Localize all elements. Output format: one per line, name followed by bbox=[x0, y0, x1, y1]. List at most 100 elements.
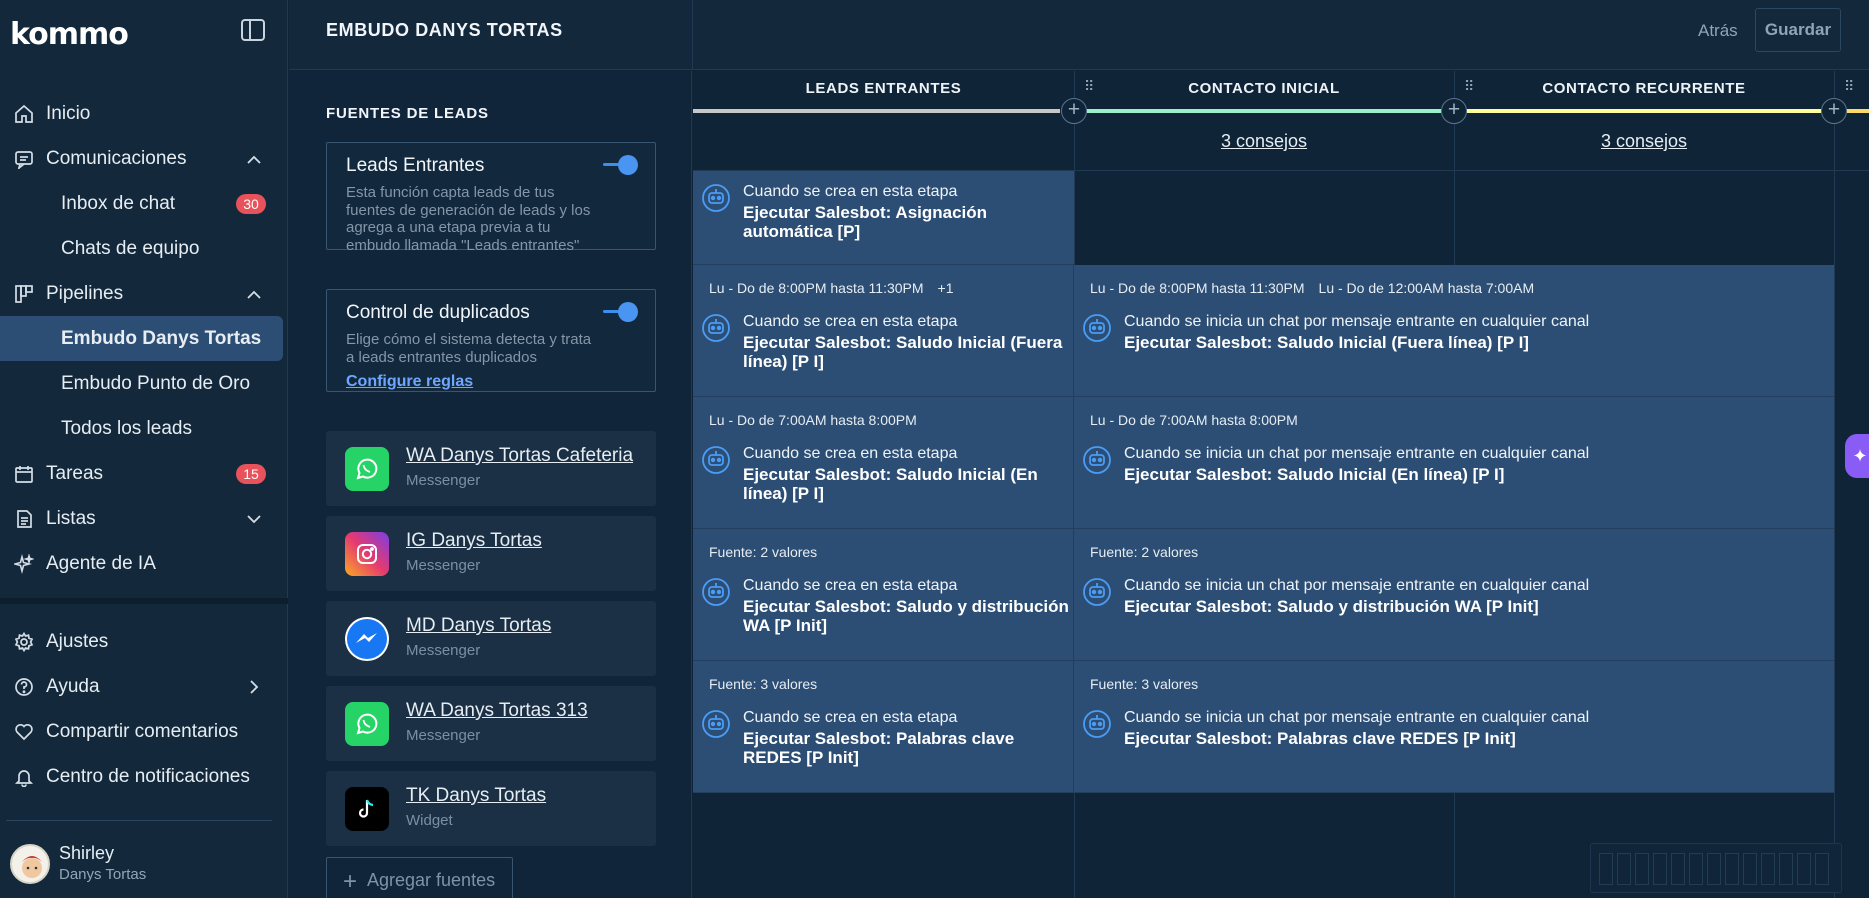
stage-color-bar bbox=[693, 109, 1060, 113]
drag-handle-icon[interactable]: ⠿ bbox=[1844, 79, 1854, 98]
nav-embudo-punto-de-oro[interactable]: Embudo Punto de Oro bbox=[0, 361, 288, 406]
stage-tips-link[interactable]: 3 consejos bbox=[1074, 131, 1454, 152]
trigger-card[interactable]: Cuando se crea en esta etapa Ejecutar Sa… bbox=[693, 171, 1074, 265]
nav-inicio[interactable]: Inicio bbox=[0, 91, 288, 136]
trigger-card[interactable]: Fuente: 3 valores Cuando se inicia un ch… bbox=[1074, 661, 1834, 793]
incoming-leads-toggle[interactable] bbox=[603, 155, 638, 175]
plus-icon: + bbox=[343, 868, 358, 895]
trigger-event: Cuando se inicia un chat por mensaje ent… bbox=[1124, 445, 1590, 462]
salesbot-icon bbox=[1083, 710, 1111, 738]
inbox-count-badge: 30 bbox=[236, 194, 266, 214]
trigger-event: Cuando se inicia un chat por mensaje ent… bbox=[1124, 313, 1590, 330]
stage-color-bar bbox=[1847, 109, 1869, 113]
lead-sources-panel: FUENTES DE LEADS Leads Entrantes Esta fu… bbox=[289, 71, 692, 898]
nav-todos-los-leads[interactable]: Todos los leads bbox=[0, 406, 288, 451]
user-profile[interactable]: Shirley Danys Tortas bbox=[10, 841, 280, 887]
divider bbox=[6, 820, 272, 821]
stage-name[interactable]: CONTACTO RECURRENTE bbox=[1454, 80, 1834, 97]
drag-handle-icon[interactable]: ⠿ bbox=[1084, 79, 1094, 98]
nav-ayuda[interactable]: Ayuda bbox=[0, 664, 288, 709]
salesbot-icon bbox=[702, 184, 730, 212]
trigger-card[interactable]: Lu - Do de 7:00AM hasta 8:00PM Cuando se… bbox=[693, 397, 1074, 529]
stage-contacto-inicial: CONTACTO INICIAL 3 consejos bbox=[1074, 71, 1454, 171]
trigger-card[interactable]: Lu - Do de 7:00AM hasta 8:00PM Cuando se… bbox=[1074, 397, 1834, 529]
stage-tips-link[interactable]: 3 consejos bbox=[1454, 131, 1834, 152]
save-button[interactable]: Guardar bbox=[1755, 8, 1841, 52]
trigger-action: Ejecutar Salesbot: Saludo Inicial (En lí… bbox=[1124, 465, 1505, 484]
stage-name[interactable]: CONTACTO INICIAL bbox=[1074, 80, 1454, 97]
nav-listas[interactable]: Listas bbox=[0, 496, 288, 541]
whatsapp-icon bbox=[345, 702, 389, 746]
source-item[interactable]: MD Danys Tortas Messenger bbox=[326, 601, 656, 676]
whatsapp-icon bbox=[345, 447, 389, 491]
nav-label: Chats de equipo bbox=[61, 237, 200, 259]
incoming-leads-title: Leads Entrantes bbox=[346, 155, 485, 176]
duplicate-control-title: Control de duplicados bbox=[346, 302, 530, 323]
trigger-event: Cuando se inicia un chat por mensaje ent… bbox=[1124, 709, 1590, 726]
trigger-card[interactable]: Fuente: 2 valores Cuando se crea en esta… bbox=[693, 529, 1074, 661]
instagram-icon bbox=[345, 532, 389, 576]
duplicate-control-toggle[interactable] bbox=[603, 302, 638, 322]
incoming-leads-card: Leads Entrantes Esta función capta leads… bbox=[326, 142, 656, 254]
drag-handle-icon[interactable]: ⠿ bbox=[1464, 79, 1474, 98]
stage-color-bar bbox=[1467, 109, 1821, 113]
nav-label: Agente de IA bbox=[46, 552, 156, 574]
sources-title: FUENTES DE LEADS bbox=[326, 105, 489, 122]
trigger-card[interactable]: Fuente: 2 valores Cuando se inicia un ch… bbox=[1074, 529, 1834, 661]
messenger-icon bbox=[345, 617, 389, 661]
ai-assistant-button[interactable]: ✦ bbox=[1845, 434, 1869, 478]
add-stage-button[interactable]: + bbox=[1061, 98, 1087, 124]
chat-icon bbox=[13, 148, 35, 170]
divider bbox=[692, 0, 693, 70]
trigger-event: Cuando se crea en esta etapa bbox=[743, 709, 958, 726]
incoming-leads-description: Esta función capta leads de tus fuentes … bbox=[346, 184, 591, 254]
source-type: Messenger bbox=[406, 642, 481, 659]
kommo-logo[interactable]: kommo bbox=[10, 14, 129, 54]
add-sources-button[interactable]: + Agregar fuentes bbox=[326, 857, 513, 898]
sparkles-icon bbox=[13, 553, 35, 575]
nav-label: Embudo Punto de Oro bbox=[61, 372, 251, 394]
nav-compartir-comentarios[interactable]: Compartir comentarios bbox=[0, 709, 288, 754]
pipeline-board: LEADS ENTRANTES CONTACTO INICIAL 3 conse… bbox=[693, 71, 1869, 898]
trigger-action: Ejecutar Salesbot: Saludo Inicial (En lí… bbox=[743, 465, 1038, 503]
source-item[interactable]: WA Danys Tortas Cafeteria Messenger bbox=[326, 431, 656, 506]
nav-inbox-de-chat[interactable]: Inbox de chat 30 bbox=[0, 181, 288, 226]
source-item[interactable]: IG Danys Tortas Messenger bbox=[326, 516, 656, 591]
list-icon bbox=[13, 508, 35, 530]
chevron-up-icon[interactable] bbox=[245, 150, 263, 168]
nav-chats-de-equipo[interactable]: Chats de equipo bbox=[0, 226, 288, 271]
trigger-conditions: Lu - Do de 8:00PM hasta 11:30PM Lu - Do d… bbox=[1090, 280, 1535, 296]
trigger-event: Cuando se crea en esta etapa bbox=[743, 313, 958, 330]
chevron-down-icon[interactable] bbox=[245, 510, 263, 528]
source-type: Messenger bbox=[406, 727, 481, 744]
board-minimap[interactable] bbox=[1590, 843, 1842, 893]
trigger-card[interactable]: Fuente: 3 valores Cuando se crea en esta… bbox=[693, 661, 1074, 793]
add-stage-button[interactable]: + bbox=[1441, 98, 1467, 124]
source-item[interactable]: WA Danys Tortas 313 Messenger bbox=[326, 686, 656, 761]
trigger-card[interactable]: Lu - Do de 8:00PM hasta 11:30PM +1 Cuando… bbox=[693, 265, 1074, 397]
add-stage-button[interactable]: + bbox=[1821, 98, 1847, 124]
home-icon bbox=[13, 103, 35, 125]
nav-comunicaciones[interactable]: Comunicaciones bbox=[0, 136, 288, 181]
chevron-up-icon[interactable] bbox=[245, 285, 263, 303]
pipeline-icon bbox=[13, 283, 35, 305]
nav-label: Compartir comentarios bbox=[46, 720, 239, 742]
back-button[interactable]: Atrás bbox=[1698, 18, 1738, 44]
collapse-sidebar-icon[interactable] bbox=[241, 19, 265, 41]
trigger-action: Ejecutar Salesbot: Asignación automática… bbox=[743, 203, 988, 241]
source-item[interactable]: TK Danys Tortas Widget bbox=[326, 771, 656, 846]
column-divider bbox=[1834, 71, 1835, 898]
nav-agente-de-ia[interactable]: Agente de IA bbox=[0, 541, 288, 586]
trigger-card[interactable]: Lu - Do de 8:00PM hasta 11:30PM Lu - Do d… bbox=[1074, 265, 1834, 397]
chevron-right-icon[interactable] bbox=[245, 678, 263, 696]
nav-ajustes[interactable]: Ajustes bbox=[0, 619, 288, 664]
nav-tareas[interactable]: Tareas 15 bbox=[0, 451, 288, 496]
configure-rules-link[interactable]: Configure reglas bbox=[346, 373, 473, 391]
nav-label: Embudo Danys Tortas bbox=[61, 327, 262, 349]
nav-pipelines[interactable]: Pipelines bbox=[0, 271, 288, 316]
nav-centro-de-notificaciones[interactable]: Centro de notificaciones bbox=[0, 754, 288, 799]
nav-embudo-danys-tortas[interactable]: Embudo Danys Tortas bbox=[0, 316, 283, 361]
source-name: WA Danys Tortas 313 bbox=[406, 700, 588, 721]
avatar bbox=[10, 844, 50, 884]
trigger-action: Ejecutar Salesbot: Palabras clave REDES … bbox=[1124, 729, 1516, 748]
